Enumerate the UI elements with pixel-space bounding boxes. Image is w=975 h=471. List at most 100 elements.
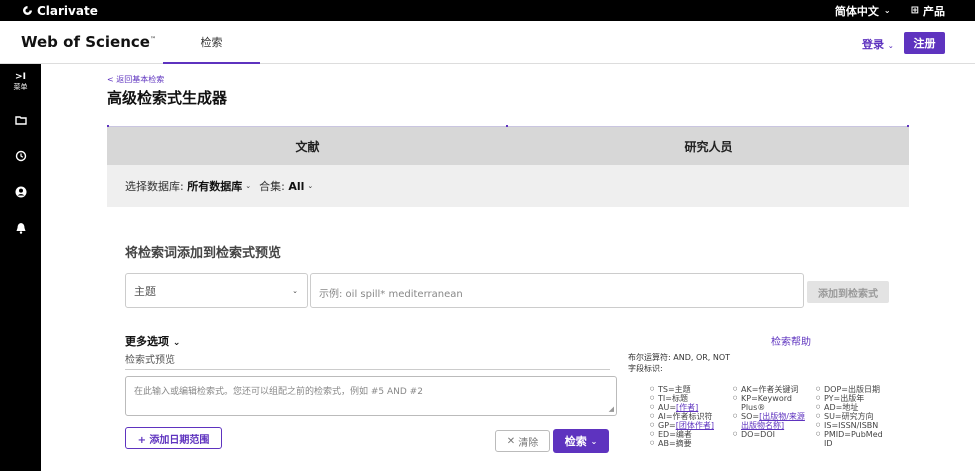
login-label: 登录 [862, 38, 884, 51]
field-tag-name: 摘要 [675, 439, 692, 448]
resize-handle-icon[interactable]: ◢ [609, 405, 614, 413]
database-row: 选择数据库: 所有数据库 ⌄ 合集: All ⌄ [107, 165, 909, 207]
tab-documents[interactable]: 文献 [107, 127, 508, 165]
field-tag-select[interactable]: 主题 ⌄ [125, 273, 308, 308]
history-icon [15, 150, 26, 162]
field-tag-item: GP=[团体作者] [650, 421, 725, 430]
field-tag-code: IS= [824, 421, 839, 430]
menu-label: 菜单 [13, 83, 28, 91]
field-tags-label: 字段标识: [628, 364, 663, 373]
field-tag-name: 出版日期 [847, 385, 880, 394]
back-to-basic-search-link[interactable]: < 返回基本检索 [107, 74, 164, 85]
field-tag-code: SU= [824, 412, 842, 421]
products-label: 产品 [923, 4, 945, 18]
field-tags-column: DOP=出版日期PY=出版年AD=地址SU=研究方向IS=ISSN/ISBNPM… [816, 385, 886, 448]
field-tag-item: AU=[作者] [650, 403, 725, 412]
field-tag-item: DOP=出版日期 [816, 385, 886, 394]
field-tag-code: DOP= [824, 385, 848, 394]
boolean-operators-text: 布尔运算符: AND, OR, NOT [628, 353, 731, 362]
field-tag-link[interactable]: [团体作者] [676, 421, 714, 430]
field-tag-item: SO=[出版物/来源出版物名称] [733, 412, 808, 430]
add-to-query-button[interactable]: 添加到检索式 [807, 281, 889, 303]
page-title: 高级检索式生成器 [107, 89, 228, 107]
field-tag-code: SO= [741, 412, 760, 421]
add-date-range-button[interactable]: + 添加日期范围 [125, 427, 222, 449]
preview-placeholder: 在此输入或编辑检索式。您还可以组配之前的检索式，例如 #5 AND #2 [134, 387, 423, 397]
field-tag-name: 研究方向 [841, 412, 874, 421]
sidebar-menu-toggle[interactable]: >I 菜单 [0, 72, 41, 92]
field-tag-name: 作者关键词 [758, 385, 799, 394]
field-tag-code: PY= [824, 394, 841, 403]
field-tag-code: TS= [658, 385, 675, 394]
wos-logo-text: Web of Science [21, 33, 150, 51]
sidebar-item-history[interactable] [0, 150, 41, 162]
register-button[interactable]: 注册 [904, 32, 945, 54]
chevron-down-icon: ⌄ [883, 6, 891, 15]
clarivate-icon [23, 6, 32, 15]
field-tag-value: 主题 [134, 284, 156, 298]
field-tag-code: GP= [658, 421, 676, 430]
tab-researchers[interactable]: 研究人员 [508, 127, 909, 165]
field-tag-item: TS=主题 [650, 385, 725, 394]
more-options-label: 更多选项 [125, 335, 169, 348]
search-label: 检索 [564, 435, 587, 448]
search-panel: 文献 研究人员 选择数据库: 所有数据库 ⌄ 合集: All ⌄ 将检索词添加到… [107, 125, 909, 471]
sidebar: >I 菜单 [0, 64, 41, 471]
field-tag-item: AI=作者标识符 [650, 412, 725, 421]
chevron-down-icon: ⌄ [307, 182, 314, 190]
sidebar-item-alerts[interactable] [0, 222, 41, 234]
chevron-down-icon: ⌄ [172, 338, 181, 348]
trademark: ™ [149, 36, 156, 43]
query-input[interactable]: 示例: oil spill* mediterranean [310, 273, 804, 308]
field-tag-name: 编者 [675, 430, 692, 439]
field-tag-link[interactable]: [作者] [676, 403, 698, 412]
field-tag-item: PMID=PubMed ID [816, 430, 886, 448]
field-tag-code: DO= [741, 430, 761, 439]
field-tag-code: KP= [741, 394, 758, 403]
login-button[interactable]: 登录 ⌄ [862, 36, 894, 52]
field-tag-item: AB=摘要 [650, 439, 725, 448]
more-options-toggle[interactable]: 更多选项 ⌄ [125, 333, 180, 349]
search-help-link[interactable]: 检索帮助 [771, 333, 811, 348]
search-button[interactable]: 检索 ⌄ [553, 429, 609, 453]
clear-label: 清除 [518, 437, 539, 449]
query-preview-label: 检索式预览 [125, 355, 175, 366]
field-tag-code: TI= [658, 394, 672, 403]
field-tag-name: 标题 [671, 394, 688, 403]
collection-selector[interactable]: All [288, 180, 304, 193]
products-menu[interactable]: ⊞ 产品 [911, 3, 945, 19]
sidebar-item-profile[interactable] [0, 186, 41, 198]
folder-icon [14, 116, 27, 125]
chevron-down-icon: ⌄ [887, 42, 894, 50]
field-tag-item: KP=Keyword Plus® [733, 394, 808, 412]
field-tag-name: 作者标识符 [672, 412, 713, 421]
expand-icon: >I [15, 72, 26, 82]
field-tag-name: 地址 [842, 403, 859, 412]
query-preview-textarea[interactable]: 在此输入或编辑检索式。您还可以组配之前的检索式，例如 #5 AND #2 ◢ [125, 376, 617, 416]
field-tag-name: 出版年 [840, 394, 865, 403]
database-label: 选择数据库: [125, 180, 184, 193]
database-selector[interactable]: 所有数据库 [187, 178, 242, 194]
field-tag-item: AD=地址 [816, 403, 886, 412]
chevron-down-icon: ⌄ [292, 286, 298, 295]
tab-search[interactable]: 检索 [163, 21, 260, 64]
field-tag-code: ED= [658, 430, 676, 439]
field-tag-name: DOI [760, 430, 775, 439]
field-tag-item: ED=编者 [650, 430, 725, 439]
field-tag-code: PMID= [824, 430, 851, 439]
field-tags-column: TS=主题TI=标题AU=[作者]AI=作者标识符GP=[团体作者]ED=编者A… [650, 385, 725, 448]
clarivate-logo[interactable]: Clarivate [22, 4, 98, 18]
close-icon: ✕ [506, 435, 516, 447]
clear-button[interactable]: ✕ 清除 [495, 430, 550, 452]
field-tags-column: AK=作者关键词KP=Keyword Plus®SO=[出版物/来源出版物名称]… [733, 385, 808, 439]
sidebar-item-folders[interactable] [0, 115, 41, 125]
chevron-down-icon: ⌄ [245, 182, 252, 190]
field-tag-code: AB= [658, 439, 676, 448]
field-tag-item: SU=研究方向 [816, 412, 886, 421]
field-tag-code: AK= [741, 385, 759, 394]
bell-icon [16, 223, 25, 234]
collection-label: 合集: [259, 180, 285, 193]
app-header: Web of Science™ 检索 登录 ⌄ 注册 [0, 21, 975, 64]
language-selector[interactable]: 简体中文 ⌄ [835, 3, 891, 19]
wos-logo[interactable]: Web of Science™ [21, 33, 156, 51]
